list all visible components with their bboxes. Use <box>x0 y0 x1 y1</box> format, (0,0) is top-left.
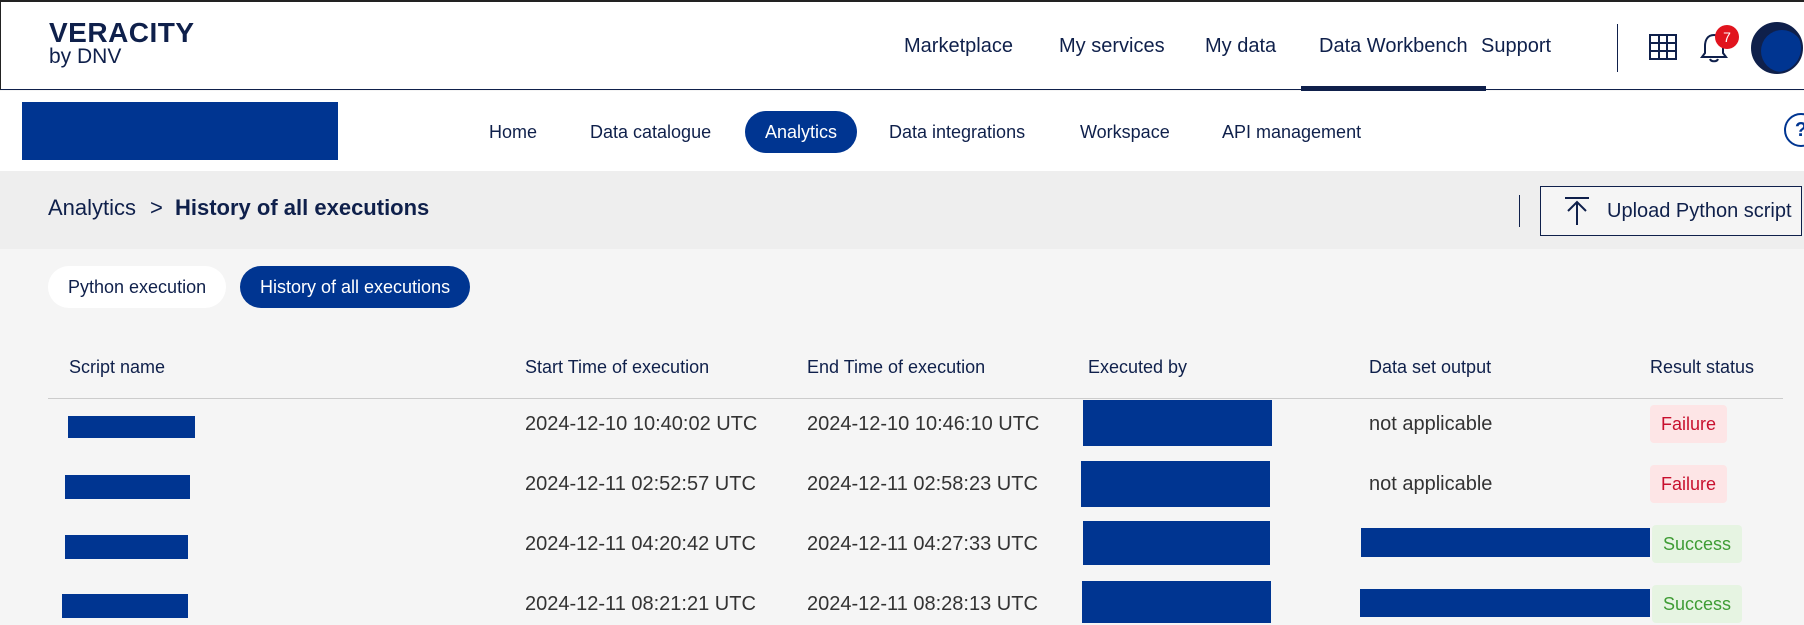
tab-history-of-all-executions[interactable]: History of all executions <box>240 266 471 308</box>
column-header-executed-by[interactable]: Executed by <box>1088 357 1187 378</box>
subnav-data-integrations[interactable]: Data integrations <box>889 111 1025 153</box>
redacted-executed-by <box>1083 400 1272 446</box>
redacted-executed-by <box>1081 461 1270 507</box>
end-time-cell: 2024-12-11 02:58:23 UTC <box>807 473 1038 495</box>
upload-button-label: Upload Python script <box>1607 199 1792 222</box>
start-time-cell: 2024-12-11 08:21:21 UTC <box>525 593 756 615</box>
secondary-nav: Home Data catalogue Analytics Data integ… <box>0 91 1804 171</box>
status-badge: Success <box>1652 525 1743 563</box>
status-badge: Failure <box>1650 465 1728 503</box>
topnav-support[interactable]: Support <box>1481 2 1551 90</box>
breadcrumb-divider <box>1519 195 1520 227</box>
column-header-end-time[interactable]: End Time of execution <box>807 357 985 378</box>
notification-badge: 7 <box>1715 25 1739 49</box>
redacted-script-name <box>62 594 188 618</box>
column-header-result-status[interactable]: Result status <box>1650 357 1754 378</box>
apps-grid-icon[interactable] <box>1649 34 1677 60</box>
top-header: VERACITY by DNV Marketplace My services … <box>0 0 1804 91</box>
status-badge: Success <box>1652 585 1743 623</box>
start-time-cell: 2024-12-11 02:52:57 UTC <box>525 473 756 495</box>
table-row[interactable]: 2024-12-10 10:40:02 UTC 2024-12-10 10:46… <box>0 399 1804 459</box>
veracity-logo[interactable]: VERACITY by DNV <box>49 18 195 68</box>
upload-icon <box>1565 197 1589 225</box>
subnav-workspace[interactable]: Workspace <box>1080 111 1170 153</box>
start-time-cell: 2024-12-10 10:40:02 UTC <box>525 413 758 435</box>
data-set-output-cell: not applicable <box>1369 473 1493 495</box>
redacted-executed-by <box>1083 521 1270 565</box>
redacted-workspace-name <box>22 102 338 160</box>
logo-title: VERACITY <box>49 17 195 48</box>
subnav-analytics[interactable]: Analytics <box>745 111 858 153</box>
tab-python-execution[interactable]: Python execution <box>48 266 227 308</box>
column-header-data-set-output[interactable]: Data set output <box>1369 357 1491 378</box>
help-icon[interactable]: ? <box>1784 113 1804 147</box>
column-header-start-time[interactable]: Start Time of execution <box>525 357 709 378</box>
upload-python-script-button[interactable]: Upload Python script <box>1540 186 1802 236</box>
redacted-script-name <box>65 475 190 499</box>
chevron-right-icon: > <box>150 195 163 220</box>
topnav-marketplace[interactable]: Marketplace <box>904 2 1013 90</box>
end-time-cell: 2024-12-11 08:28:13 UTC <box>807 593 1038 615</box>
column-header-script-name[interactable]: Script name <box>69 357 165 378</box>
table-row[interactable]: 2024-12-11 02:52:57 UTC 2024-12-11 02:58… <box>0 459 1804 519</box>
page-title: History of all executions <box>175 195 430 220</box>
header-divider <box>1617 24 1618 72</box>
redacted-executed-by <box>1082 581 1271 623</box>
breadcrumb: Analytics > History of all executions Up… <box>0 171 1804 249</box>
breadcrumb-analytics[interactable]: Analytics <box>48 195 136 221</box>
start-time-cell: 2024-12-11 04:20:42 UTC <box>525 533 756 555</box>
redacted-data-set-output <box>1360 589 1650 617</box>
topnav-data-workbench[interactable]: Data Workbench <box>1301 2 1486 91</box>
table-row[interactable]: 2024-12-11 04:20:42 UTC 2024-12-11 04:27… <box>0 519 1804 579</box>
subnav-data-catalogue[interactable]: Data catalogue <box>590 111 711 153</box>
status-badge: Failure <box>1650 405 1728 443</box>
end-time-cell: 2024-12-10 10:46:10 UTC <box>807 413 1040 435</box>
subnav-api-management[interactable]: API management <box>1222 111 1361 153</box>
redacted-data-set-output <box>1361 528 1650 557</box>
avatar-image <box>1761 30 1801 72</box>
topnav-my-services[interactable]: My services <box>1059 2 1165 90</box>
subnav-home[interactable]: Home <box>489 111 537 153</box>
end-time-cell: 2024-12-11 04:27:33 UTC <box>807 533 1038 555</box>
avatar[interactable] <box>1751 22 1803 74</box>
redacted-script-name <box>68 416 195 438</box>
table-row[interactable]: 2024-12-11 08:21:21 UTC 2024-12-11 08:28… <box>0 579 1804 625</box>
topnav-my-data[interactable]: My data <box>1205 2 1276 90</box>
redacted-script-name <box>65 535 188 559</box>
logo-subtitle: by DNV <box>49 45 122 68</box>
data-set-output-cell: not applicable <box>1369 413 1493 435</box>
